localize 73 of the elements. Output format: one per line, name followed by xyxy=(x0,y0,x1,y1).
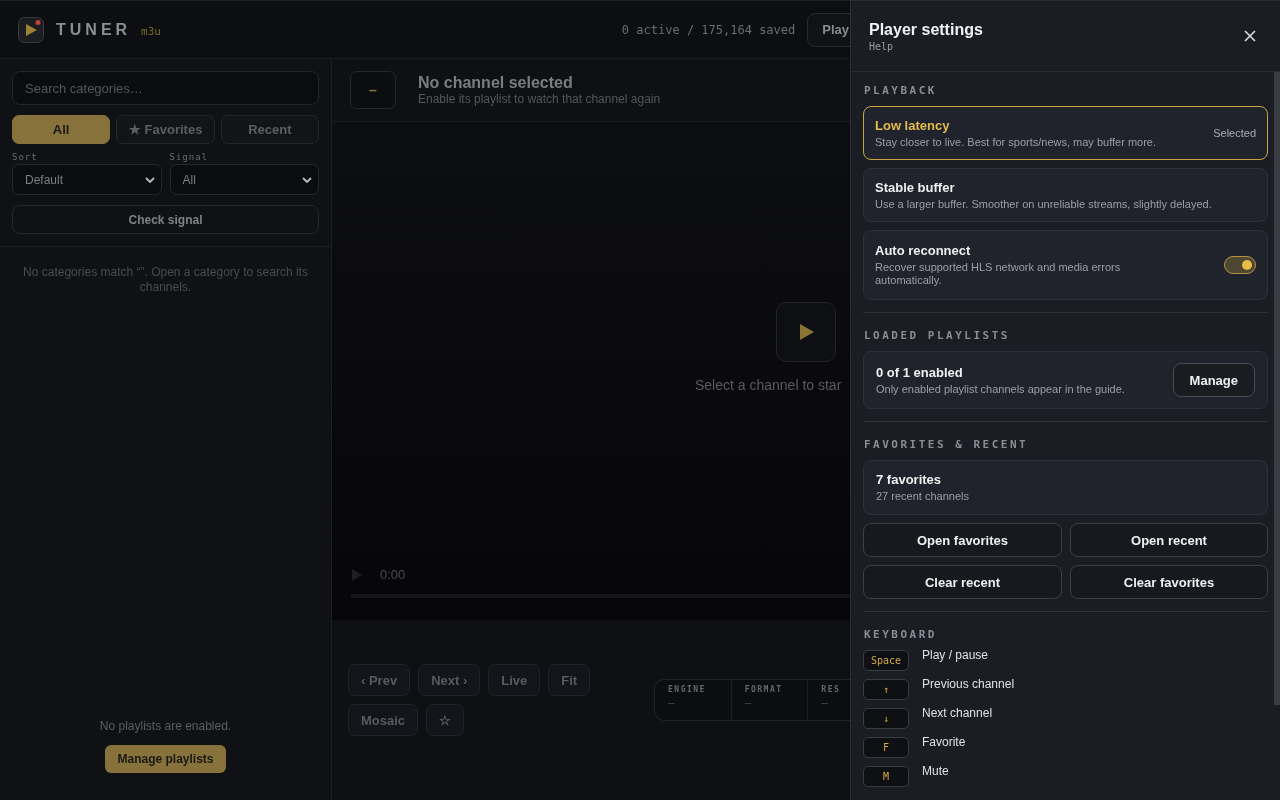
key-cap: F xyxy=(863,737,909,758)
channel-stats: 0 active / 175,164 saved xyxy=(621,22,796,37)
shortcut-description: Mute xyxy=(922,764,949,778)
favorites-action-button[interactable]: Clear recent xyxy=(863,565,1062,599)
time-display: 0:00 xyxy=(380,567,406,582)
key-cap: ↓ xyxy=(863,708,909,729)
control-button[interactable]: Fit xyxy=(548,664,591,696)
recent-count: 27 recent channels xyxy=(876,490,970,503)
control-button[interactable]: Live xyxy=(488,664,541,696)
channel-title: No channel selected xyxy=(418,74,574,92)
chevron-down-icon xyxy=(302,176,312,183)
key-cap: M xyxy=(863,766,909,787)
shortcut-description: Previous channel xyxy=(922,677,1015,691)
play-logo-icon xyxy=(18,16,44,43)
selected-label: Selected xyxy=(1213,127,1256,139)
check-signal-button[interactable]: Check signal xyxy=(12,205,319,234)
select-channel-prompt: Select a channel to star xyxy=(695,376,842,393)
control-button[interactable]: ☆ xyxy=(426,704,465,736)
manage-playlists-button[interactable]: Manage playlists xyxy=(105,745,226,773)
filter-tab[interactable]: Recent xyxy=(220,115,319,144)
search-field[interactable]: Search categories… xyxy=(12,71,319,105)
info-value: – xyxy=(821,696,830,710)
key-cap: ↑ xyxy=(863,679,909,700)
control-button[interactable]: ‹ Prev xyxy=(348,664,411,696)
favorites-action-button[interactable]: Open recent xyxy=(1070,523,1268,557)
chevron-down-icon xyxy=(144,176,155,183)
info-label: ENGINE xyxy=(668,685,707,694)
format-label: m3u xyxy=(141,25,161,38)
option-title: Auto reconnect xyxy=(875,243,972,258)
section-heading: PLAYBACK xyxy=(864,84,938,97)
shortcut-description: Favorite xyxy=(922,735,966,749)
filter-tab[interactable]: All xyxy=(12,115,111,144)
key-cap: Space xyxy=(863,650,909,671)
shortcut-description: Next channel xyxy=(922,706,993,720)
close-icon[interactable] xyxy=(1244,30,1256,42)
section-heading: KEYBOARD xyxy=(864,628,938,641)
playlists-count: 0 of 1 enabled xyxy=(876,364,964,380)
signal-dropdown[interactable]: All xyxy=(169,164,319,195)
sort-label: Sort xyxy=(12,152,39,162)
channel-subtitle: Enable its playlist to watch that channel again xyxy=(418,92,661,106)
no-playlists-message: No playlists are enabled. xyxy=(99,719,232,733)
favorites-count: 7 favorites xyxy=(876,472,943,487)
app-name: TUNER xyxy=(56,20,132,39)
favorites-action-button[interactable]: Open favorites xyxy=(863,523,1062,557)
info-value: – xyxy=(744,696,753,710)
info-label: FORMAT xyxy=(744,685,784,694)
filter-tab[interactable]: ★ Favorites xyxy=(116,115,215,144)
control-button[interactable]: Next › xyxy=(418,664,481,696)
favorites-action-button[interactable]: Clear favorites xyxy=(1070,565,1268,599)
drawer-subtitle: Help xyxy=(869,40,895,52)
option-description: Stay closer to live. Best for sports/news, may buffer more. xyxy=(875,135,1157,149)
drawer-title: Player settings xyxy=(869,20,983,39)
playlists-description: Only enabled playlist channels appear in the guide. xyxy=(876,382,1126,396)
shortcut-description: Play / pause xyxy=(922,648,989,662)
playback-option[interactable]: Low latency Stay closer to live. Best for sports/news, may buffer more. Selected xyxy=(863,106,1268,160)
star-icon: ★ xyxy=(128,122,141,137)
channel-logo-button[interactable]: – xyxy=(350,71,396,109)
toggle-switch[interactable] xyxy=(1224,256,1256,274)
option-description: Recover supported HLS network and media errors automatically. xyxy=(875,261,1122,287)
option-title: Low latency xyxy=(875,117,951,133)
scrollbar-thumb[interactable] xyxy=(1274,72,1280,705)
sort-dropdown[interactable]: Default xyxy=(12,164,162,195)
play-button[interactable] xyxy=(776,301,836,362)
playback-option[interactable]: Stable buffer Use a larger buffer. Smoother on unreliable streams, slightly delayed. xyxy=(863,168,1268,222)
section-heading: FAVORITES & RECENT xyxy=(864,438,1030,451)
manage-button[interactable]: Manage xyxy=(1172,363,1255,397)
info-value: – xyxy=(668,696,676,710)
info-label: RES xyxy=(821,685,842,694)
control-button[interactable]: Mosaic xyxy=(348,704,419,736)
section-heading: LOADED PLAYLISTS xyxy=(864,329,1011,342)
option-description: Use a larger buffer. Smoother on unreliable streams, slightly delayed. xyxy=(875,197,1213,211)
signal-label: Signal xyxy=(169,152,209,162)
option-title: Stable buffer xyxy=(875,179,956,195)
